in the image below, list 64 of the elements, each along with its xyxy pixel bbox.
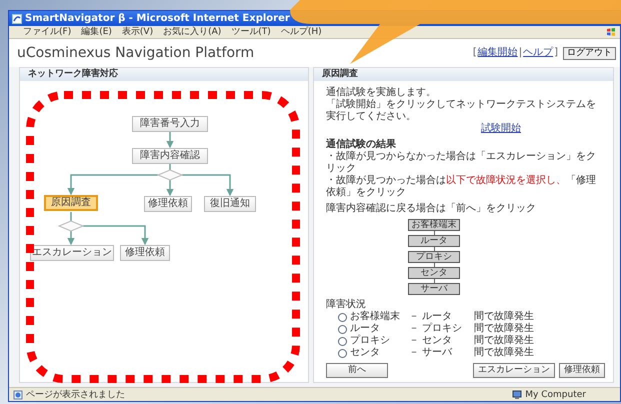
chain-node: お客様端末 <box>408 219 460 231</box>
menu-item[interactable]: ヘルプ(H) <box>280 26 322 38</box>
windows-flag-icon <box>606 27 616 37</box>
flow-step-button[interactable]: 障害番号入力 <box>132 116 208 132</box>
app-title: uCosminexus Navigation Platform <box>17 47 254 59</box>
flow-step-button[interactable]: 復旧通知 <box>204 196 256 212</box>
radio-button[interactable] <box>338 348 347 358</box>
option-text: お客様端末 <box>350 311 401 323</box>
instruction-text: 「試験開始」をクリックしてネットワークテストシステムを <box>326 99 597 110</box>
flow-step-button[interactable]: 原因調査 <box>44 195 98 211</box>
menu-item[interactable]: 編集(E) <box>81 26 112 38</box>
window-title: SmartNavigator β - Microsoft Internet Explorer <box>25 12 290 24</box>
section-heading: 通信試験の結果 <box>326 139 397 150</box>
back-button[interactable]: 前へ <box>326 363 388 378</box>
option-text: センタ <box>350 347 381 359</box>
zone-text: My Computer <box>525 388 586 400</box>
option-text: － センタ <box>409 335 454 347</box>
option-text: 間で故障発生 <box>474 347 534 359</box>
page-icon <box>13 390 23 400</box>
menu-item[interactable]: ツール(T) <box>231 26 271 38</box>
flow-step-button[interactable]: 修理依頼 <box>120 245 170 261</box>
field-label: 障害状況 <box>326 299 367 310</box>
logout-button[interactable]: ログアウト <box>563 46 616 60</box>
status-text: ページが表示されました <box>26 388 125 400</box>
flow-step-button[interactable]: 修理依頼 <box>144 196 192 212</box>
option-text: － プロキシ <box>409 323 464 335</box>
instruction-text: 通信試験を実施します。 <box>326 87 437 98</box>
option-text: － ルータ <box>409 311 454 322</box>
action-button[interactable]: エスカレーション <box>473 363 555 378</box>
radio-button[interactable] <box>338 312 347 322</box>
chain-node: サーバ <box>408 283 460 295</box>
panel-header: ネットワーク障害対応 <box>20 68 308 81</box>
flow-step-button[interactable]: エスカレーション <box>30 245 114 261</box>
instruction-text: 実行してください。 <box>326 111 417 123</box>
radio-button[interactable] <box>338 336 347 346</box>
ie-logo-icon <box>12 14 22 24</box>
bracket-text: | <box>518 47 522 59</box>
option-text: ルータ <box>350 323 381 334</box>
bracket-text: ] <box>554 47 558 59</box>
panel-header: 原因調査 <box>314 68 613 81</box>
start-test-link[interactable]: 試験開始 <box>481 123 521 135</box>
option-text: 間で故障発生 <box>474 323 534 334</box>
menu-item[interactable]: お気に入り(A) <box>163 26 222 38</box>
bullet-text: ・故障が見つかった場合は以下で故障状況を選択し、「修理依頼」をクリック <box>326 175 597 199</box>
computer-icon <box>512 390 522 400</box>
decision-diamond <box>157 169 183 181</box>
header-link[interactable]: ヘルプ <box>523 47 554 59</box>
bullet-text: ・故障が見つからなかった場合は「エスカレーション」をクリック <box>326 151 597 174</box>
option-text: 間で故障発生 <box>474 311 534 322</box>
action-button[interactable]: 修理依頼 <box>559 363 605 378</box>
radio-button[interactable] <box>338 324 347 334</box>
chain-node: プロキシ <box>408 251 460 263</box>
bracket-text: [ <box>472 47 477 59</box>
header-link[interactable]: 編集開始 <box>478 47 518 59</box>
chain-node: センタ <box>408 267 460 279</box>
option-text: 間で故障発生 <box>474 335 534 346</box>
menu-item[interactable]: 表示(V) <box>122 26 154 38</box>
option-text: プロキシ <box>350 335 391 347</box>
decision-diamond <box>58 220 84 232</box>
menu-item[interactable]: ファイル(F) <box>23 26 72 38</box>
instruction-text: 障害内容確認に戻る場合は「前へ」をクリック <box>326 203 537 215</box>
option-text: － サーバ <box>409 347 454 359</box>
chain-node: ルータ <box>408 235 460 247</box>
flow-step-button[interactable]: 障害内容確認 <box>132 148 208 164</box>
